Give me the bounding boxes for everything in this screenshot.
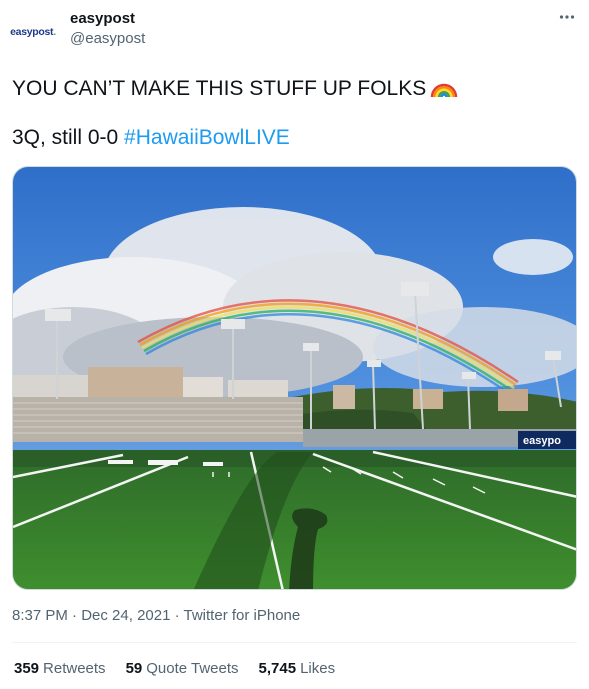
tweet-source[interactable]: Twitter for iPhone <box>184 607 301 624</box>
more-horizontal-icon <box>559 15 575 19</box>
tweet-time[interactable]: 8:37 PM <box>12 607 68 624</box>
likes-stat[interactable]: 5,745 Likes <box>259 660 336 677</box>
author-handle[interactable]: @easypost <box>70 30 145 47</box>
banner-text: easypo <box>523 435 561 447</box>
likes-label: Likes <box>300 660 336 677</box>
author-display-name[interactable]: easypost <box>70 10 135 27</box>
retweets-label: Retweets <box>43 660 106 677</box>
tweet-stats: 359 Retweets 59 Quote Tweets 5,745 Likes <box>14 660 355 677</box>
tweet-timestamp: 8:37 PM · Dec 24, 2021 · Twitter for iPh… <box>12 607 300 624</box>
quote-tweets-label: Quote Tweets <box>146 660 239 677</box>
tweet-text: YOU CAN’T MAKE THIS STUFF UP FOLKS <box>12 77 427 100</box>
avatar[interactable]: easypost. <box>8 7 58 57</box>
retweets-stat[interactable]: 359 Retweets <box>14 660 106 677</box>
retweets-count: 359 <box>14 660 40 677</box>
stadium-rainbow-photo: easypo <box>13 167 576 589</box>
quote-tweets-count: 59 <box>125 660 143 677</box>
quote-tweets-stat[interactable]: 59 Quote Tweets <box>126 660 239 677</box>
tweet-text-line-2: 3Q, still 0-0 #HawaiiBowlLIVE <box>12 126 290 150</box>
tweet: easypost. easypost @easypost YOU CAN’T M… <box>0 0 589 689</box>
tweet-text: 3Q, still 0-0 <box>12 126 125 149</box>
divider <box>12 642 577 643</box>
likes-count: 5,745 <box>258 660 297 677</box>
hashtag-link[interactable]: #HawaiiBowlLIVE <box>124 126 290 149</box>
avatar-logo: easypost. <box>10 26 56 38</box>
separator: · <box>170 607 184 624</box>
more-options-button[interactable] <box>556 6 578 28</box>
tweet-date[interactable]: Dec 24, 2021 <box>81 607 170 624</box>
tweet-photo[interactable]: easypo <box>12 166 577 590</box>
separator: · <box>67 607 82 624</box>
rainbow-icon <box>430 71 458 105</box>
tweet-header: easypost. easypost @easypost <box>0 0 589 60</box>
tweet-text-line-1: YOU CAN’T MAKE THIS STUFF UP FOLKS <box>12 71 458 105</box>
